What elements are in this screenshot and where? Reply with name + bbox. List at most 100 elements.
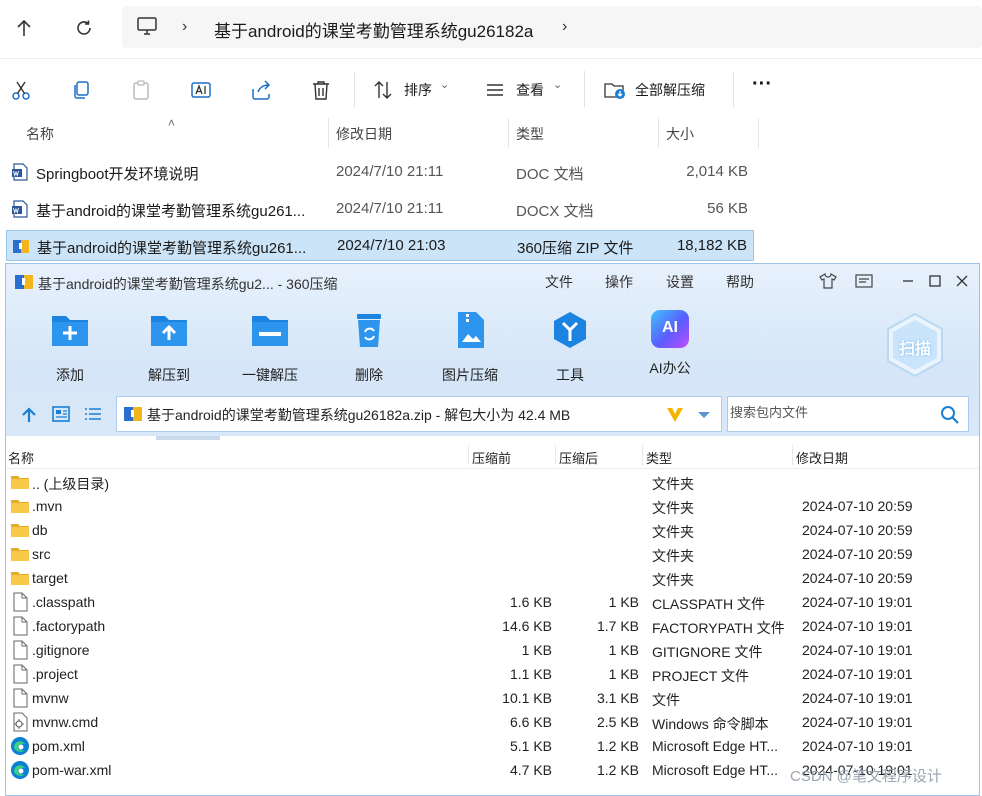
window-title: 基于android的课堂考勤管理系统gu2... - 360压缩 [38,276,338,292]
sort-icon[interactable] [370,77,396,103]
search-icon[interactable] [940,405,960,425]
archive-search-box[interactable] [727,396,969,432]
file-row[interactable]: Springboot开发环境说明 2024/7/10 21:11 DOC 文档 … [6,157,754,188]
file-row[interactable]: 基于android的课堂考勤管理系统gu261... 2024/7/10 21:… [6,194,754,225]
col-name[interactable]: 名称 [8,448,34,467]
paste-icon[interactable] [128,77,154,103]
col-after[interactable]: 压缩后 [559,448,598,467]
zip-list-header: 名称 压缩前 压缩后 类型 修改日期 [6,441,979,469]
row-type: Microsoft Edge HT... [652,738,779,754]
row-before: 10.1 KB [502,690,552,706]
close-icon[interactable] [951,270,973,292]
image-compress-button[interactable]: 图片压缩 [428,310,512,383]
zip-file-row[interactable]: db 文件夹 2024-07-10 20:59 [6,518,979,542]
zip-file-row[interactable]: target 文件夹 2024-07-10 20:59 [6,566,979,590]
add-button[interactable]: 添加 [28,310,112,383]
cut-icon[interactable] [8,77,34,103]
row-type: 文件夹 [652,524,694,540]
zip-file-row[interactable]: .project 1.1 KB 1 KB PROJECT 文件 2024-07-10 1… [6,662,979,686]
toolbar-divider [584,71,585,107]
one-click-extract-button[interactable]: 一键解压 [228,310,312,383]
row-modified: 2024-07-10 19:01 [802,714,913,730]
zip-file-row[interactable]: src 文件夹 2024-07-10 20:59 [6,542,979,566]
computer-icon [136,16,158,41]
view-button[interactable]: 查看 [516,80,544,100]
breadcrumb[interactable]: › 基于android的课堂考勤管理系统gu26182a › [122,6,982,48]
extract-to-button[interactable]: 解压到 [127,310,211,383]
zip-file-row[interactable]: .gitignore 1 KB 1 KB GITIGNORE 文件 2024-07-10… [6,638,979,662]
row-type: 文件夹 [652,500,694,516]
up-level-icon[interactable] [20,406,38,424]
row-type: 文件夹 [652,572,694,588]
rename-icon[interactable] [188,77,214,103]
feedback-icon[interactable] [853,270,875,292]
zip-file-row[interactable]: .. (上级目录) 文件夹 [6,470,979,494]
zip-file-row[interactable]: pom.xml 5.1 KB 1.2 KB Microsoft Edge HT... 2… [6,734,979,758]
row-type: PROJECT 文件 [652,668,749,684]
ai-office-button[interactable]: AI AI办公 [628,310,712,380]
chevron-down-icon: ⌄ [440,79,450,91]
copy-icon[interactable] [68,77,94,103]
col-type[interactable]: 类型 [646,448,672,467]
thumbnail-view-icon[interactable] [52,406,70,422]
share-icon[interactable] [248,77,274,103]
menu-file[interactable]: 文件 [545,272,573,292]
zip-file-row[interactable]: mvnw 10.1 KB 3.1 KB 文件 2024-07-10 19:01 [6,686,979,710]
col-modified[interactable]: 修改日期 [796,448,848,467]
chevron-right-icon[interactable]: › [562,18,567,36]
delete-icon[interactable] [308,77,334,103]
zip-window: 基于android的课堂考勤管理系统gu2... - 360压缩 文件 操作 设… [5,263,980,796]
row-after: 3.1 KB [596,690,639,706]
zip-file-row[interactable]: .classpath 1.6 KB 1 KB CLASSPATH 文件 2024-07-… [6,590,979,614]
row-before: 5.1 KB [509,738,552,754]
archive-search-input[interactable] [730,405,930,420]
delete-button[interactable]: 删除 [327,310,411,383]
row-type: 文件 [652,692,680,708]
column-name[interactable]: 名称 [26,124,54,144]
column-type[interactable]: 类型 [516,124,544,144]
extract-all-button[interactable]: 全部解压缩 [635,80,705,100]
row-after: 1 KB [608,594,639,610]
image-compress-icon [458,312,484,348]
zip-file-row[interactable]: .mvn 文件夹 2024-07-10 20:59 [6,494,979,518]
dropdown-arrow-icon[interactable] [697,411,711,419]
row-name: .project [32,666,78,682]
folder-icon [11,476,29,489]
menu-settings[interactable]: 设置 [666,272,694,292]
row-before: 1 KB [521,642,552,658]
view-icon[interactable] [482,77,508,103]
maximize-icon[interactable] [924,270,946,292]
breadcrumb-folder[interactable]: 基于android的课堂考勤管理系统gu26182a [214,17,533,42]
zip-file-row[interactable]: .factorypath 14.6 KB 1.7 KB FACTORYPATH 文件 2… [6,614,979,638]
row-modified: 2024-07-10 20:59 [802,522,913,538]
extract-archive-icon[interactable] [602,77,628,103]
list-view-icon[interactable] [84,406,102,422]
row-before: 1.6 KB [509,594,552,610]
row-name: .gitignore [32,642,90,658]
tools-button[interactable]: 工具 [528,310,612,383]
archive-path-field[interactable]: 基于android的课堂考勤管理系统gu26182a.zip - 解包大小为 4… [116,396,722,432]
up-arrow-icon[interactable] [10,14,38,42]
column-modified[interactable]: 修改日期 [336,124,392,144]
row-modified: 2024-07-10 19:01 [802,690,913,706]
folder-icon [11,572,29,585]
row-name: .factorypath [32,618,106,634]
menu-operate[interactable]: 操作 [605,272,633,292]
row-after: 1.2 KB [596,738,639,754]
sort-button[interactable]: 排序 [404,80,432,100]
refresh-icon[interactable] [70,14,98,42]
zip-file-row[interactable]: mvnw.cmd 6.6 KB 2.5 KB Windows 命令脚本 2024-07-… [6,710,979,734]
row-before: 14.6 KB [502,618,552,634]
header-scroll-indicator [156,436,220,440]
zip-archive-icon [124,407,142,421]
menu-help[interactable]: 帮助 [726,272,754,292]
column-size[interactable]: 大小 [666,124,694,144]
more-options-button[interactable]: ··· [752,73,772,96]
scan-button[interactable]: 扫描 [884,312,946,378]
row-type: Windows 命令脚本 [652,716,769,732]
col-before[interactable]: 压缩前 [472,448,511,467]
file-row-selected[interactable]: 基于android的课堂考勤管理系统gu261... 2024/7/10 21:… [6,230,754,261]
row-modified: 2024-07-10 19:01 [802,666,913,682]
skin-shirt-icon[interactable] [817,270,839,292]
minimize-icon[interactable] [897,270,919,292]
